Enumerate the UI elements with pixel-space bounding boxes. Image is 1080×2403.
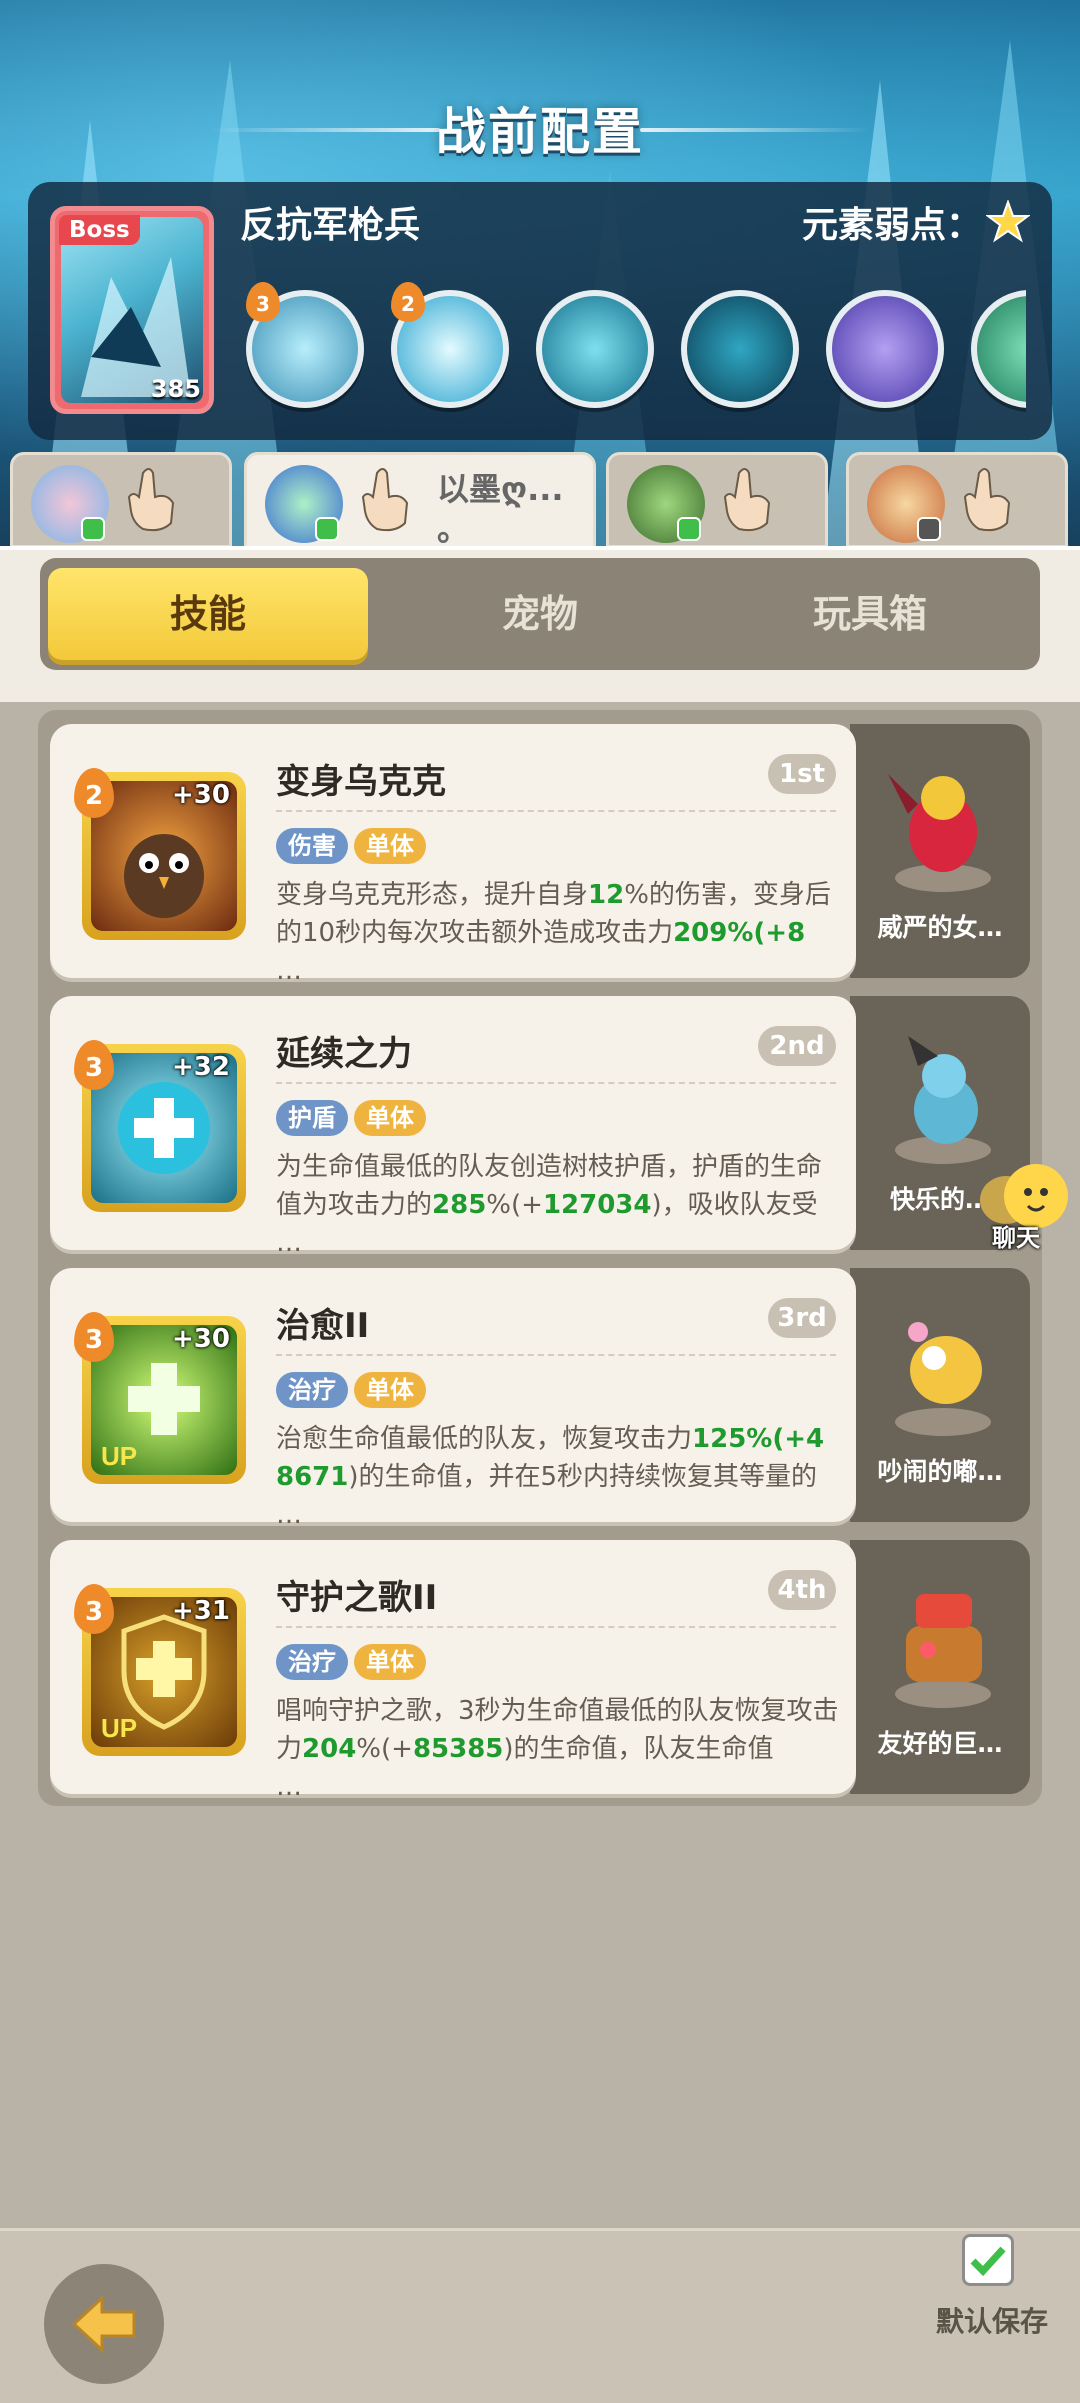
pet-art bbox=[895, 1036, 991, 1164]
divider bbox=[276, 1354, 836, 1356]
skill-tag: 治疗 bbox=[276, 1644, 348, 1680]
svg-text:UP: UP bbox=[101, 1713, 137, 1743]
skill-description: 唱响守护之歌，3秒为生命值最低的队友恢复攻击力204%(+85385)的生命值，… bbox=[276, 1696, 839, 1802]
skill-tag: 单体 bbox=[354, 1100, 426, 1136]
hero-name: 以墨ღ... 。 bbox=[437, 470, 564, 548]
tab-toybox[interactable]: 玩具箱 bbox=[710, 568, 1030, 660]
default-save-label: 默认保存 bbox=[936, 2305, 1049, 2338]
skill-card[interactable]: 2 +30 变身乌克克 1st 伤害 单体 变身乌克克形态，提升自身12%的伤害… bbox=[50, 724, 856, 986]
rank-badge: 1st bbox=[768, 754, 836, 794]
rank-badge: 3rd bbox=[768, 1298, 836, 1338]
check-icon bbox=[315, 517, 339, 541]
check-icon bbox=[677, 517, 701, 541]
boss-skill-row: 3 2 bbox=[246, 282, 1026, 422]
skill-tag: 治疗 bbox=[276, 1372, 348, 1408]
hero-tab-4[interactable] bbox=[846, 452, 1068, 548]
skill-title: 变身乌克克 bbox=[276, 762, 446, 802]
back-button[interactable] bbox=[44, 2264, 164, 2384]
tab-bar: 技能 宠物 玩具箱 bbox=[40, 558, 1040, 670]
hero-tab-2[interactable]: 以墨ღ... 。 bbox=[244, 452, 596, 552]
tap-hand-icon bbox=[127, 468, 175, 532]
divider bbox=[276, 1626, 836, 1628]
skill-bonus: +30 bbox=[172, 780, 230, 810]
skill-tag: 单体 bbox=[354, 828, 426, 864]
skill-description: 治愈生命值最低的队友，恢复攻击力125%(+48671)的生命值，并在5秒内持续… bbox=[276, 1424, 825, 1530]
pet-name: 吵闹的嘟… bbox=[877, 1457, 1003, 1486]
skill-description: 变身乌克克形态，提升自身12%的伤害，变身后的10秒内每次攻击额外造成攻击力20… bbox=[276, 880, 831, 986]
boss-name: 反抗军枪兵 bbox=[240, 205, 421, 246]
divider bbox=[276, 810, 836, 812]
skill-bonus: +30 bbox=[172, 1324, 230, 1354]
boss-card[interactable]: Boss 385 bbox=[50, 206, 214, 414]
skill-bonus: +32 bbox=[172, 1052, 230, 1082]
default-save-checkbox[interactable] bbox=[962, 2234, 1014, 2286]
tab-pets[interactable]: 宠物 bbox=[380, 568, 700, 660]
boss-panel: Boss 385 反抗军枪兵 元素弱点： 3 2 bbox=[28, 182, 1052, 440]
skill-description: 为生命值最低的队友创造树枝护盾，护盾的生命值为攻击力的285%(+127034)… bbox=[276, 1152, 823, 1258]
skill-title: 延续之力 bbox=[276, 1034, 412, 1074]
divider bbox=[276, 1082, 836, 1084]
skill-title: 守护之歌II bbox=[276, 1578, 438, 1618]
svg-text:UP: UP bbox=[101, 1441, 137, 1471]
boss-tag: Boss bbox=[59, 215, 140, 245]
pet-name: 友好的巨… bbox=[877, 1729, 1003, 1758]
boss-skill-badge: 2 bbox=[391, 282, 425, 322]
skill-card[interactable]: UP 3 +30 治愈II 3rd 治疗 单体 治愈生命值最低的队友，恢复攻击力… bbox=[50, 1268, 856, 1530]
pet-slot[interactable]: 威严的女… bbox=[850, 724, 1030, 978]
pet-slot[interactable]: 友好的巨… bbox=[850, 1540, 1030, 1794]
boss-level: 385 bbox=[150, 375, 201, 403]
check-icon bbox=[81, 517, 105, 541]
rank-badge: 4th bbox=[768, 1570, 836, 1610]
weakness-label: 元素弱点： bbox=[801, 205, 982, 246]
skill-tag: 单体 bbox=[354, 1372, 426, 1408]
skill-bonus: +31 bbox=[172, 1596, 230, 1626]
skill-tag: 伤害 bbox=[276, 828, 348, 864]
skill-tag: 护盾 bbox=[276, 1100, 348, 1136]
skill-card[interactable]: 3 +32 延续之力 2nd 护盾 单体 为生命值最低的队友创造树枝护盾，护盾的… bbox=[50, 996, 856, 1258]
rank-badge: 2nd bbox=[758, 1026, 836, 1066]
boss-skill-badge: 3 bbox=[246, 282, 280, 322]
page-title: 战前配置 bbox=[436, 103, 644, 161]
partial-skill-icon[interactable] bbox=[971, 290, 1026, 408]
chat-button-label[interactable]: 聊天 bbox=[992, 1218, 1040, 1253]
purple-ghost-icon[interactable] bbox=[826, 290, 944, 408]
pet-name: 威严的女… bbox=[877, 913, 1003, 942]
hero-tab-1[interactable] bbox=[10, 452, 232, 548]
hero-tab-3[interactable] bbox=[606, 452, 828, 548]
skill-card[interactable]: UP 3 +31 守护之歌II 4th 治疗 单体 唱响守护之歌，3秒为生命值最… bbox=[50, 1540, 856, 1802]
check-icon bbox=[917, 517, 941, 541]
tap-hand-icon bbox=[963, 468, 1011, 532]
tap-hand-icon bbox=[361, 468, 409, 532]
tap-hand-icon bbox=[723, 468, 771, 532]
pet-art bbox=[888, 774, 991, 892]
skill-title: 治愈II bbox=[276, 1306, 370, 1346]
light-element-icon bbox=[986, 200, 1030, 243]
pet-art bbox=[895, 1594, 991, 1708]
pet-art bbox=[895, 1322, 991, 1436]
check-icon bbox=[970, 2246, 1006, 2277]
pet-slot[interactable]: 吵闹的嘟… bbox=[850, 1268, 1030, 1522]
back-arrow-icon bbox=[71, 2294, 136, 2354]
shadow-beast-icon[interactable] bbox=[681, 290, 799, 408]
ice-totem-icon[interactable] bbox=[536, 290, 654, 408]
skill-tag: 单体 bbox=[354, 1644, 426, 1680]
tab-skills[interactable]: 技能 bbox=[48, 568, 368, 660]
